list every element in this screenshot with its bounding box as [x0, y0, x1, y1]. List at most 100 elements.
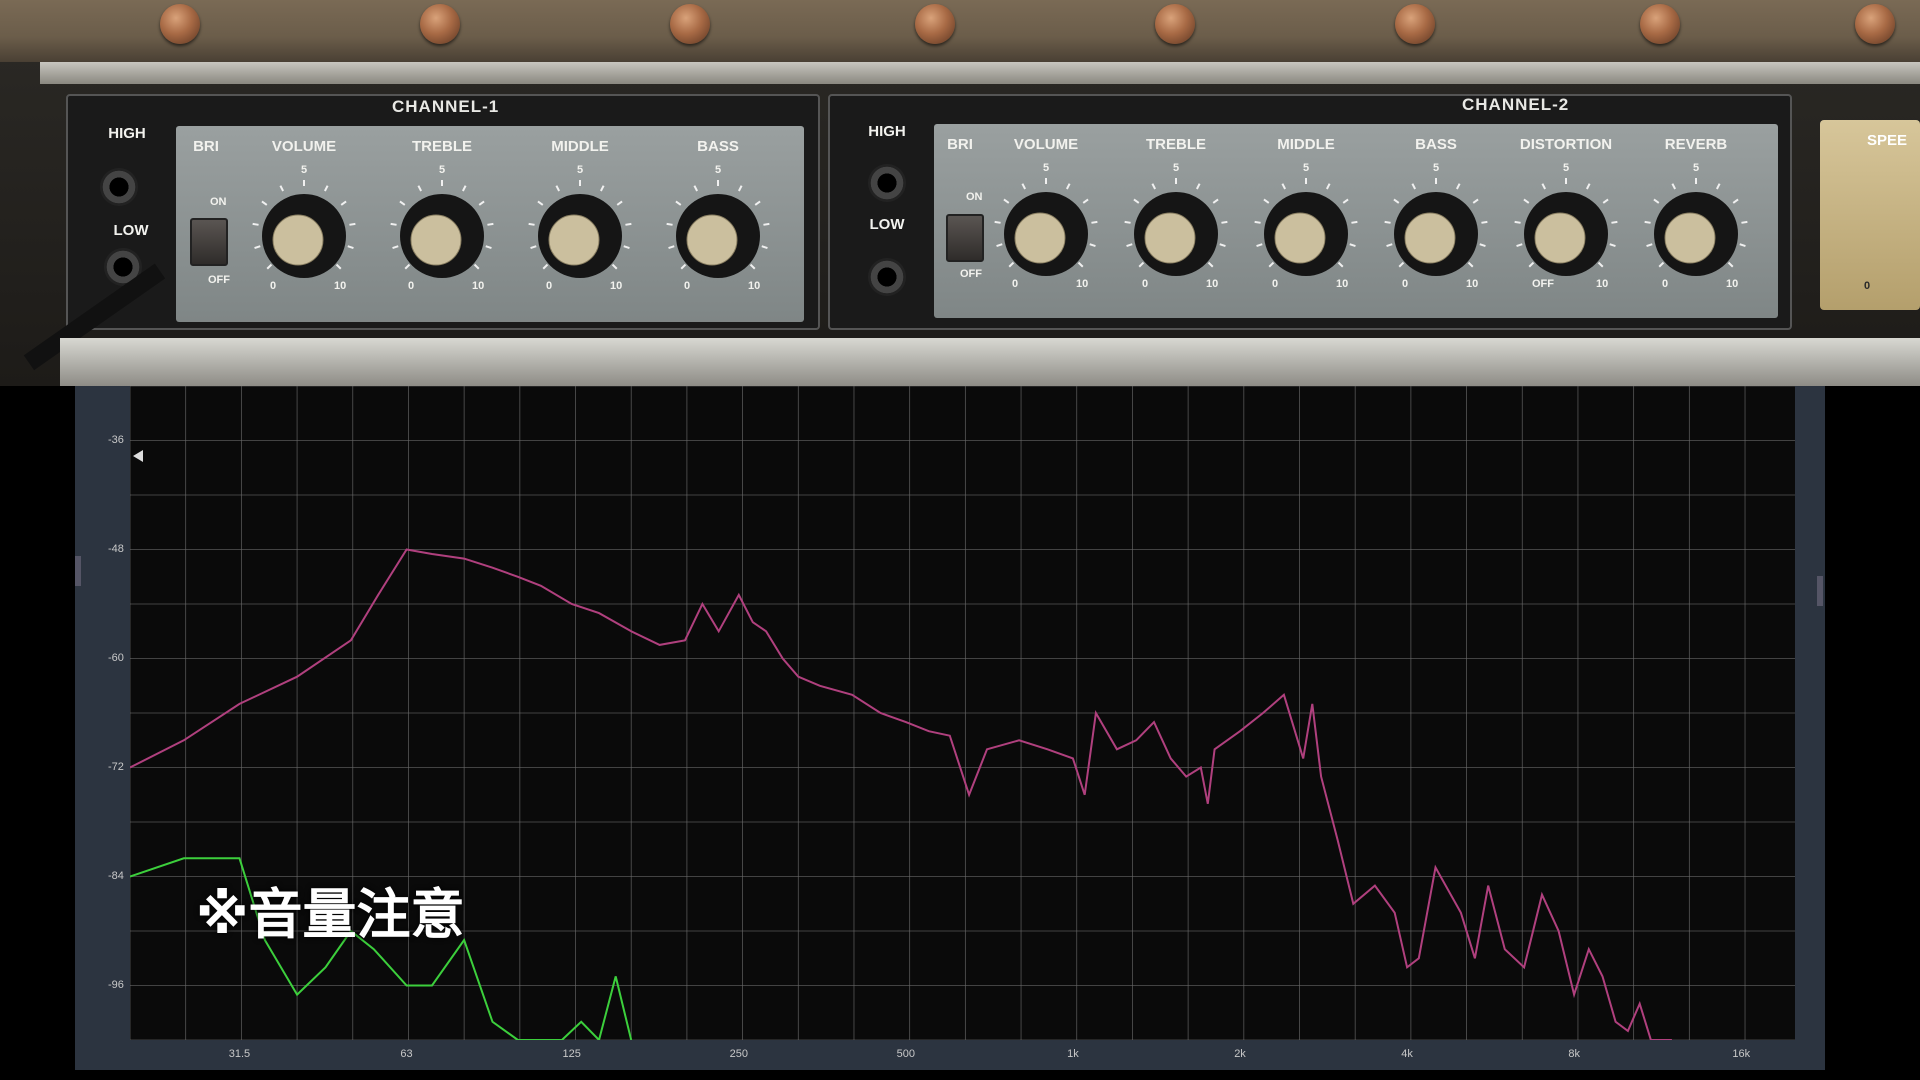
knob-scale-tick — [1133, 198, 1140, 204]
ch2-bright-switch[interactable] — [946, 214, 984, 262]
ch2-middle-knob[interactable] — [1252, 176, 1360, 284]
knob-scale-tick — [1727, 261, 1734, 268]
ch1-bass-knob-label: BASS — [697, 138, 739, 155]
ch1-bass-knob[interactable] — [664, 178, 772, 286]
knob-scale-tick — [1741, 220, 1748, 224]
ch2-distortion-knob-max-mark: 10 — [1596, 278, 1609, 290]
ch1-bass-knob-mid-mark: 5 — [715, 164, 722, 176]
rivet — [1155, 4, 1195, 44]
ch1-middle-knob-label: MIDDLE — [551, 138, 609, 155]
knob-scale-tick — [347, 245, 354, 250]
ch2-input-high-jack[interactable] — [868, 164, 906, 202]
knob-scale-tick — [1221, 220, 1228, 224]
knob-scale-tick — [1219, 243, 1226, 248]
ch2-bright-label: BRI — [947, 136, 973, 153]
left-panel-handle[interactable] — [75, 556, 81, 586]
knob-scale-tick — [1528, 261, 1535, 268]
knob-cap — [1144, 212, 1196, 264]
level-marker-icon[interactable] — [133, 450, 143, 462]
ch2-distortion-knob[interactable] — [1512, 176, 1620, 284]
knob-scale-tick — [1472, 198, 1479, 204]
ch2-treble-knob-min-mark: 0 — [1142, 278, 1149, 290]
ch1-treble-knob-label: TREBLE — [412, 138, 472, 155]
ch2-reverb-knob-label: REVERB — [1664, 136, 1728, 153]
knob-scale-tick — [1008, 261, 1015, 268]
ch2-volume-knob-label: VOLUME — [1013, 136, 1079, 153]
ch2-bass-knob[interactable] — [1382, 176, 1490, 284]
right-panel-handle[interactable] — [1817, 576, 1823, 606]
ch2-volume-knob-mid-mark: 5 — [1043, 162, 1050, 174]
ch2-reverb-knob[interactable] — [1642, 176, 1750, 284]
knob-scale-tick — [1715, 183, 1721, 190]
knob-scale-tick — [693, 185, 699, 192]
ch2-distortion-knob-label: DISTORTION — [1519, 136, 1613, 153]
ch1-input-high-jack[interactable] — [100, 168, 138, 206]
x-tick-label: 500 — [896, 1048, 916, 1060]
ch2-treble-knob[interactable] — [1122, 176, 1230, 284]
ch1-volume-knob-max-mark: 10 — [334, 280, 347, 292]
ch2-treble-knob-max-mark: 10 — [1206, 278, 1219, 290]
y-tick-label: -60 — [108, 651, 124, 664]
knob-scale-tick — [680, 263, 687, 270]
knob-scale-tick — [1646, 243, 1653, 248]
rivet — [1395, 4, 1435, 44]
y-tick-label: -36 — [108, 433, 124, 446]
knob-scale-tick — [599, 185, 605, 192]
knob-scale-tick — [252, 222, 259, 226]
knob-scale-tick — [1411, 183, 1417, 190]
knob-scale-tick — [1516, 243, 1523, 248]
knob-scale-tick — [666, 222, 673, 226]
knob-scale-tick — [1138, 261, 1145, 268]
speed-panel: SPEE 0 — [1820, 120, 1920, 310]
knob-scale-tick — [254, 245, 261, 250]
spectrum-analyzer — [75, 385, 1825, 1070]
knob-cap — [1014, 212, 1066, 264]
ch2-volume-knob[interactable] — [992, 176, 1100, 284]
ch1-middle-knob-mid-mark: 5 — [577, 164, 584, 176]
channel-2-title: CHANNEL-2 — [1462, 95, 1570, 114]
knob-scale-tick — [555, 185, 561, 192]
knob-scale-tick — [994, 220, 1001, 224]
knob-scale-tick — [1386, 243, 1393, 248]
knob-scale-tick — [668, 245, 675, 250]
channel-1-faceplate: BRI ON OFF VOLUME 5 0 10 TREBLE 5 0 10 MIDDLE 5 0 1… — [176, 126, 804, 322]
knob-scale-tick — [616, 200, 623, 206]
ch1-treble-knob-min-mark: 0 — [408, 280, 415, 292]
ch2-treble-knob-mid-mark: 5 — [1173, 162, 1180, 174]
knob-scale-tick — [487, 222, 494, 226]
ch1-middle-knob-max-mark: 10 — [610, 280, 623, 292]
ch2-input-low-label: LOW — [869, 216, 905, 233]
y-tick-label: -96 — [108, 978, 124, 991]
knob-scale-tick — [279, 185, 285, 192]
knob-scale-tick — [478, 200, 485, 206]
knob-scale-tick — [1091, 220, 1098, 224]
x-tick-label: 4k — [1401, 1048, 1413, 1060]
knob-scale-tick — [1281, 183, 1287, 190]
knob-scale-tick — [261, 200, 268, 206]
ch2-volume-knob-min-mark: 0 — [1012, 278, 1019, 290]
speed-min-label: 0 — [1864, 280, 1871, 292]
ch2-input-high-label: HIGH — [868, 123, 906, 140]
ch1-volume-knob[interactable] — [250, 178, 358, 286]
knob-scale-tick — [399, 200, 406, 206]
knob-scale-tick — [473, 263, 480, 270]
ch2-input-low-jack[interactable] — [868, 258, 906, 296]
knob-scale-tick — [485, 245, 492, 250]
knob-scale-tick — [1021, 183, 1027, 190]
knob-scale-tick — [461, 185, 467, 192]
ch2-middle-knob-mid-mark: 5 — [1303, 162, 1310, 174]
ch1-bright-switch[interactable] — [190, 218, 228, 266]
knob-cap — [1664, 212, 1716, 264]
knob-scale-tick — [530, 245, 537, 250]
knob-scale-tick — [542, 263, 549, 270]
amp-trim — [40, 62, 1920, 84]
knob-scale-tick — [1541, 183, 1547, 190]
ch1-treble-knob[interactable] — [388, 178, 496, 286]
knob-scale-tick — [1195, 183, 1201, 190]
channel-2-faceplate: BRI ON OFF VOLUME 5 0 10 TREBLE 5 0 10 MIDDLE 5 0 1… — [934, 124, 1778, 318]
y-tick-label: -84 — [108, 869, 124, 882]
knob-scale-tick — [1124, 220, 1131, 224]
ch1-middle-knob[interactable] — [526, 178, 634, 286]
knob-cap — [1534, 212, 1586, 264]
knob-scale-tick — [625, 222, 632, 226]
